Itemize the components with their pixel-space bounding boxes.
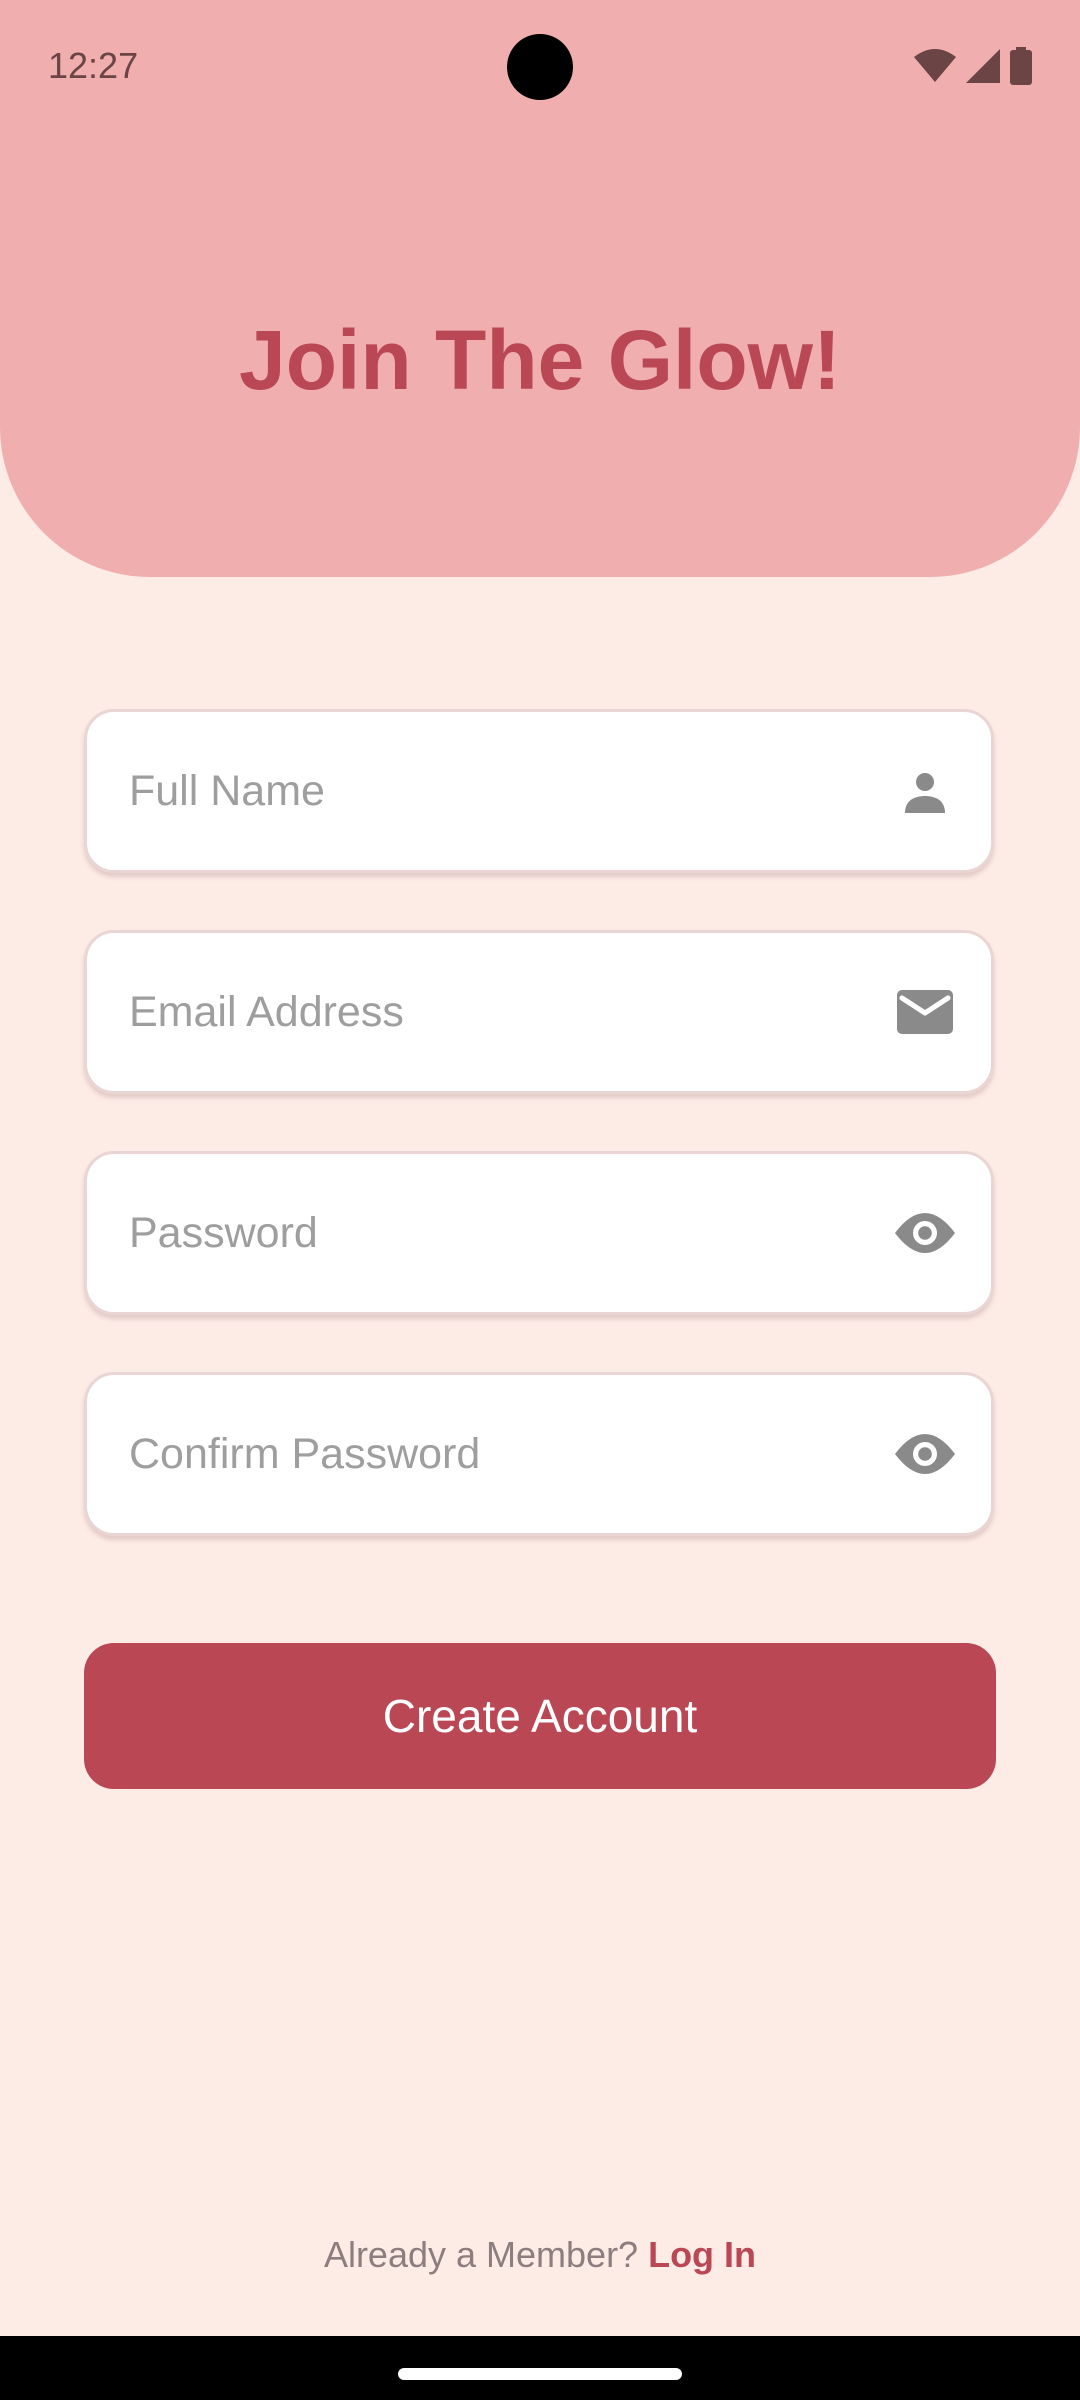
email-input[interactable]	[129, 933, 889, 1091]
login-prompt-text: Already a Member?	[323, 2234, 649, 2275]
login-link[interactable]: Log In	[648, 2234, 756, 2275]
home-indicator[interactable]	[398, 2368, 682, 2380]
mail-icon	[893, 980, 957, 1044]
login-prompt-row: Already a Member? Log In	[0, 2230, 1080, 2280]
eye-icon[interactable]	[893, 1201, 957, 1265]
person-icon	[893, 759, 957, 823]
battery-icon	[1010, 47, 1032, 85]
full-name-input[interactable]	[129, 712, 889, 870]
confirm-password-input[interactable]	[129, 1375, 889, 1533]
camera-cutout	[507, 34, 573, 100]
wifi-icon	[914, 49, 956, 83]
status-icons	[914, 46, 1032, 86]
email-field[interactable]	[84, 930, 994, 1094]
status-bar: 12:27	[0, 0, 1080, 132]
create-account-button[interactable]: Create Account	[84, 1643, 996, 1789]
full-name-field[interactable]	[84, 709, 994, 873]
cell-signal-icon	[966, 49, 1000, 83]
eye-icon[interactable]	[893, 1422, 957, 1486]
page-title: Join The Glow!	[239, 313, 841, 407]
status-time: 12:27	[48, 45, 139, 86]
password-field[interactable]	[84, 1151, 994, 1315]
password-input[interactable]	[129, 1154, 889, 1312]
confirm-password-field[interactable]	[84, 1372, 994, 1536]
